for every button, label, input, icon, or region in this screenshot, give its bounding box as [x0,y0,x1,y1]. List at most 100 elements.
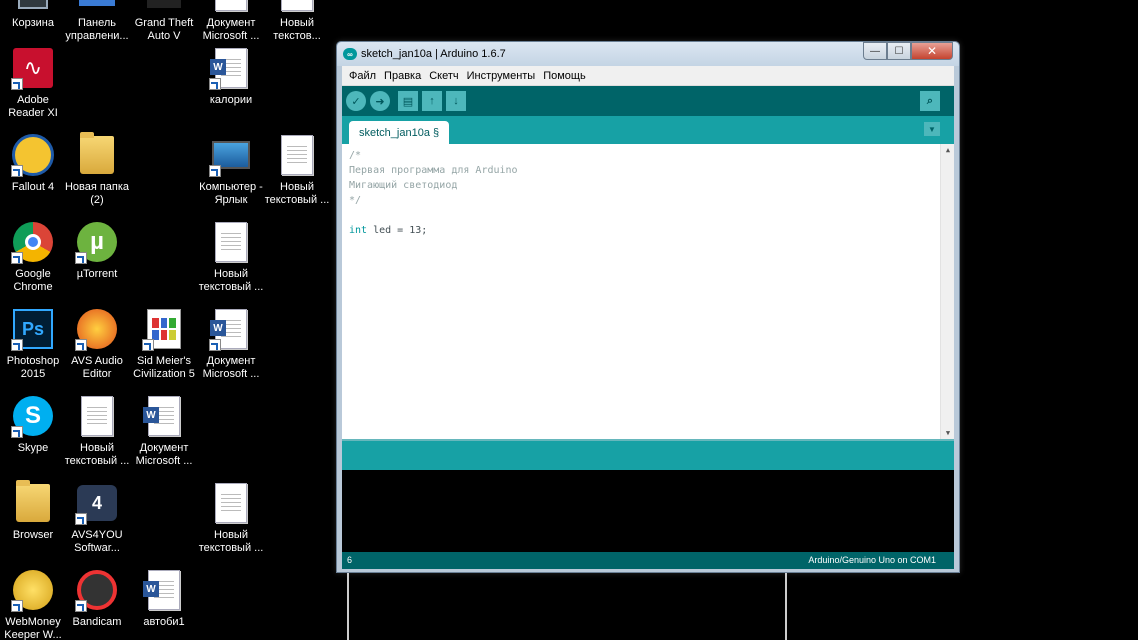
kalorii-document-shortcut[interactable]: W калории [198,46,264,130]
folder-icon [11,480,55,525]
arduino-logo-icon: ∞ [343,48,357,60]
skype-icon: S [11,394,55,438]
webmoney-shortcut[interactable]: WebMoney Keeper W... [0,568,66,640]
line-number: 6 [347,555,353,565]
menu-bar: Файл Правка Скетч Инструменты Помощь [342,66,954,86]
tab-menu-button[interactable]: ▼ [924,122,940,136]
recycle-bin-icon [11,0,55,13]
window-controls: — ☐ ✕ [863,42,953,60]
desktop-icon-label: Новый текстовый ... [64,442,130,467]
utorrent-icon: µ [75,220,119,264]
desktop-icon-label: Новый текстовый ... [198,529,264,554]
new-folder-2[interactable]: Новая папка (2) [64,132,130,217]
window-titlebar[interactable]: ∞ sketch_jan10a | Arduino 1.6.7 — ☐ ✕ [337,42,959,66]
window-title: sketch_jan10a | Arduino 1.6.7 [361,48,506,60]
google-chrome-shortcut[interactable]: Google Chrome [0,220,66,304]
control-panel-shortcut[interactable]: Панель управлени... [64,0,130,53]
shortcut-arrow-icon [75,600,87,612]
menu-edit[interactable]: Правка [380,70,425,82]
code-editor[interactable]: /* Первая программа для Arduino Мигающий… [342,144,954,439]
desktop-icon-label: Документ Microsoft ... [135,442,193,467]
shortcut-arrow-icon [11,600,23,612]
minimize-button[interactable]: — [863,42,887,60]
text-file-icon [75,394,119,438]
text-file-shortcut[interactable]: Новый текстовый ... [198,481,264,565]
editor-scrollbar[interactable]: ▲ ▼ [940,144,954,439]
word-document-shortcut[interactable]: W Документ Microsoft ... [131,394,197,478]
verify-button[interactable]: ✓ [346,91,366,111]
scroll-up-icon[interactable]: ▲ [941,144,955,156]
word-document-shortcut[interactable]: W Документ Microsoft ... [198,307,264,391]
serial-monitor-button[interactable]: ⌕ [920,91,940,111]
desktop-icon-label: Grand Theft Auto V [134,17,194,42]
upload-button[interactable]: ➜ [370,91,390,111]
desktop-icon-label: AVS4YOU Softwar... [71,529,123,554]
desktop-icon-label: Bandicam [72,616,122,628]
pane-divider[interactable] [342,439,954,441]
avs-audio-editor-shortcut[interactable]: AVS Audio Editor [64,307,130,391]
desktop-icon-label: Sid Meier's Civilization 5 [133,355,195,380]
gta5-icon [142,0,186,13]
adobe-reader-shortcut[interactable]: ∿ Adobe Reader XI [0,46,66,130]
message-bar [342,441,954,470]
shortcut-arrow-icon [11,426,23,438]
tab-sketch[interactable]: sketch_jan10a § [349,121,450,144]
maximize-button[interactable]: ☐ [887,42,911,60]
save-sketch-button[interactable]: ↓ [446,91,466,111]
desktop-icon-label: Skype [17,442,49,454]
shortcut-arrow-icon [11,165,23,177]
board-port-info: Arduino/Genuino Uno on COM1 [808,555,936,565]
console-output[interactable] [342,470,954,552]
desktop-icon-label: Новый текстовый ... [198,268,264,293]
menu-tools[interactable]: Инструменты [463,70,540,82]
desktop-icon-label: автоби1 [143,616,185,628]
code-segment: led = 13; [367,225,428,236]
keyword: int [349,225,368,236]
shortcut-arrow-icon [75,339,87,351]
desktop-icon-label: Панель управлени... [65,17,129,42]
desktop-icon-label: Google Chrome [13,268,53,293]
close-button[interactable]: ✕ [911,42,953,60]
computer-shortcut[interactable]: Компьютер - Ярлык [198,133,264,217]
bandicam-shortcut[interactable]: Bandicam [64,568,130,640]
fallout4-shortcut[interactable]: Fallout 4 [0,133,66,217]
skype-shortcut[interactable]: S Skype [0,394,66,478]
menu-help[interactable]: Помощь [539,70,590,82]
text-file-icon [275,133,319,177]
desktop-icon-label: Fallout 4 [11,181,55,193]
photoshop-shortcut[interactable]: Ps Photoshop 2015 [0,307,66,391]
desktop-icon-label: AVS Audio Editor [71,355,123,380]
code-line: Мигающий светодиод [349,180,458,191]
text-file-icon [209,220,253,264]
shortcut-arrow-icon [75,252,87,264]
shortcut-arrow-icon [209,78,221,90]
open-sketch-button[interactable]: ↑ [422,91,442,111]
civilization5-shortcut[interactable]: Sid Meier's Civilization 5 [131,307,197,391]
browser-folder[interactable]: Browser [0,480,66,565]
avtobi-document-shortcut[interactable]: W автоби1 [131,568,197,640]
shortcut-arrow-icon [209,165,221,177]
utorrent-shortcut[interactable]: µ µTorrent [64,220,130,304]
webmoney-icon [11,568,55,612]
text-file-shortcut[interactable]: Новый текстовый ... [264,133,330,217]
word-document-icon [209,0,253,13]
desktop-icon-label: Документ Microsoft ... [202,17,260,42]
civilization5-icon [142,307,186,351]
text-file-shortcut[interactable]: Новый текстовый ... [64,394,130,478]
avs4you-shortcut[interactable]: 4 AVS4YOU Softwar... [64,481,130,565]
desktop-icon-label: Новый текстовый ... [264,181,330,206]
text-file-shortcut[interactable]: Новый текстов... [264,0,330,53]
menu-file[interactable]: Файл [345,70,380,82]
arduino-window: ∞ sketch_jan10a | Arduino 1.6.7 — ☐ ✕ Фа… [336,41,960,573]
desktop-icon-label: Новая папка (2) [64,181,130,206]
window-client: Файл Правка Скетч Инструменты Помощь ✓ ➜… [342,66,954,569]
text-file-shortcut[interactable]: Новый текстовый ... [198,220,264,304]
gta5-shortcut[interactable]: Grand Theft Auto V [131,0,197,53]
menu-sketch[interactable]: Скетч [425,70,462,82]
shortcut-arrow-icon [11,252,23,264]
computer-icon [209,133,253,177]
new-sketch-button[interactable]: ▤ [398,91,418,111]
tab-bar: sketch_jan10a § ▼ [342,116,954,144]
scroll-down-icon[interactable]: ▼ [941,427,955,439]
control-panel-icon [75,0,119,13]
